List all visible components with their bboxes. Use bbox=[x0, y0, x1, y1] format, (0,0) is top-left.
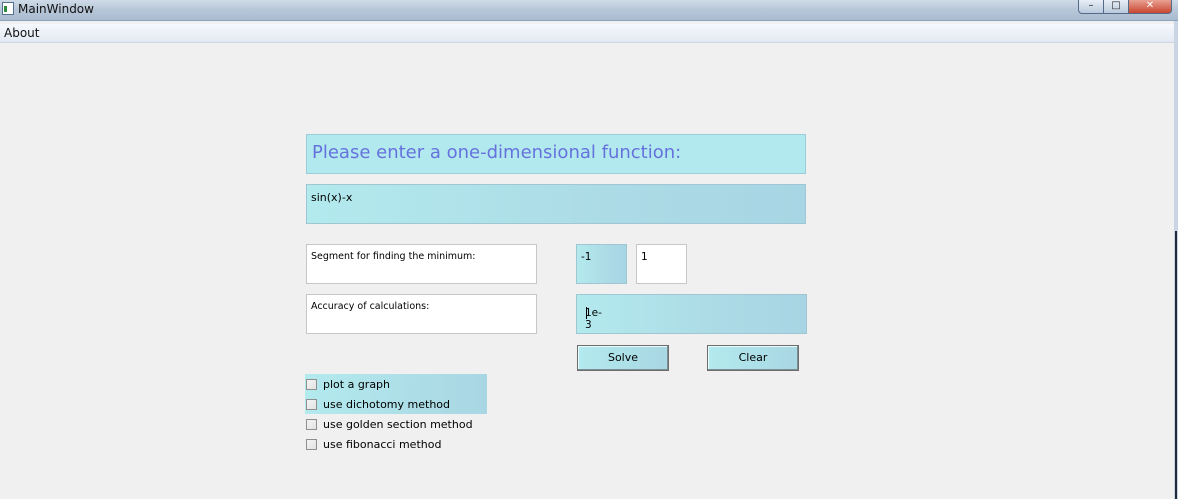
accuracy-label-box: Accuracy of calculations: bbox=[306, 294, 537, 334]
segment-right-input[interactable]: 1 bbox=[636, 244, 687, 284]
minimize-button[interactable]: – bbox=[1078, 0, 1104, 14]
maximize-button[interactable]: □ bbox=[1104, 0, 1129, 14]
function-prompt-heading: Please enter a one-dimensional function: bbox=[306, 134, 806, 174]
solve-button[interactable]: Solve bbox=[577, 345, 669, 371]
accuracy-input[interactable]: 1e-3 bbox=[576, 294, 807, 334]
dichotomy-checkbox[interactable] bbox=[306, 398, 317, 410]
dichotomy-label: use dichotomy method bbox=[323, 397, 450, 411]
window-title: MainWindow bbox=[18, 2, 94, 16]
accuracy-label: Accuracy of calculations: bbox=[311, 301, 430, 312]
function-input-value: sin(x)-x bbox=[311, 191, 353, 204]
fibonacci-option[interactable]: use fibonacci method bbox=[306, 436, 441, 452]
segment-left-value: -1 bbox=[581, 251, 592, 263]
dichotomy-option[interactable]: use dichotomy method bbox=[306, 396, 450, 412]
segment-label: Segment for finding the minimum: bbox=[311, 251, 476, 262]
plot-graph-checkbox[interactable] bbox=[306, 378, 317, 390]
function-input[interactable]: sin(x)-x bbox=[306, 184, 806, 224]
golden-section-label: use golden section method bbox=[323, 417, 473, 431]
plot-graph-label: plot a graph bbox=[323, 377, 391, 391]
plot-graph-option[interactable]: plot a graph bbox=[306, 376, 390, 392]
accuracy-input-value: 1e-3 bbox=[585, 307, 602, 331]
app-window-icon bbox=[2, 2, 14, 15]
clear-button[interactable]: Clear bbox=[707, 345, 799, 371]
menu-bar: About bbox=[0, 24, 1174, 43]
menu-item-about[interactable]: About bbox=[4, 26, 39, 40]
fibonacci-label: use fibonacci method bbox=[323, 437, 442, 451]
text-cursor bbox=[586, 307, 587, 319]
golden-section-checkbox[interactable] bbox=[306, 418, 317, 430]
segment-left-input[interactable]: -1 bbox=[576, 244, 627, 284]
window-right-border bbox=[1174, 21, 1178, 499]
close-button[interactable]: ✕ bbox=[1129, 0, 1172, 14]
window-controls: – □ ✕ bbox=[1078, 0, 1172, 14]
segment-right-value: 1 bbox=[641, 251, 648, 263]
segment-label-box: Segment for finding the minimum: bbox=[306, 244, 537, 284]
title-bar[interactable]: MainWindow – □ ✕ bbox=[0, 0, 1178, 21]
heading-text: Please enter a one-dimensional function: bbox=[312, 142, 682, 163]
fibonacci-checkbox[interactable] bbox=[306, 438, 317, 450]
golden-section-option[interactable]: use golden section method bbox=[306, 416, 473, 432]
